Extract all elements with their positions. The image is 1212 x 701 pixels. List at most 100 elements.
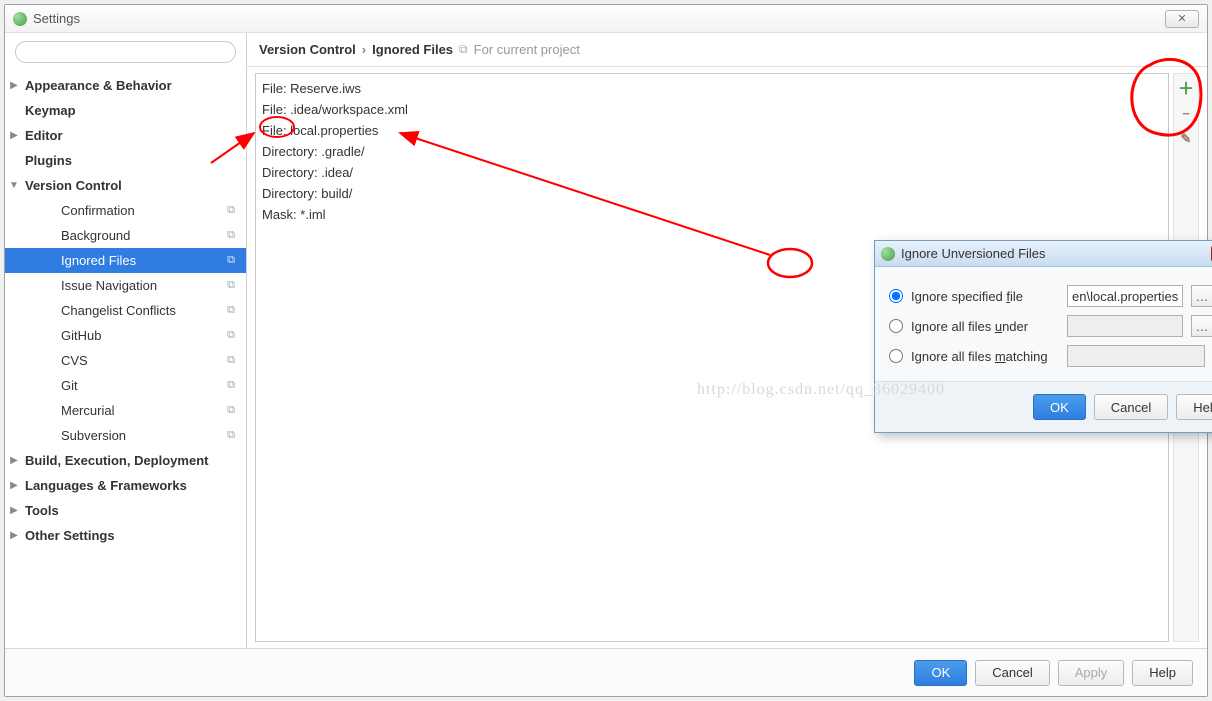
- list-item[interactable]: Directory: build/: [262, 183, 1162, 204]
- copy-icon: ⧉: [222, 204, 240, 217]
- copy-icon: ⧉: [222, 379, 240, 392]
- caret-icon: ▶: [41, 430, 59, 441]
- dialog-help-button[interactable]: Help: [1176, 394, 1212, 420]
- list-item[interactable]: File: local.properties: [262, 120, 1162, 141]
- sidebar-item-label: Confirmation: [59, 203, 222, 218]
- list-item[interactable]: File: .idea/workspace.xml: [262, 99, 1162, 120]
- sidebar-item-changelist-conflicts[interactable]: ▶Changelist Conflicts⧉: [5, 298, 246, 323]
- app-icon: [13, 12, 27, 26]
- sidebar-item-version-control[interactable]: ▼Version Control: [5, 173, 246, 198]
- label-specified-file: Ignore specified file: [911, 289, 1059, 304]
- radio-files-matching[interactable]: [889, 349, 903, 363]
- dialog-cancel-button[interactable]: Cancel: [1094, 394, 1168, 420]
- edit-button[interactable]: ✎: [1177, 130, 1195, 148]
- scope-label: For current project: [474, 42, 580, 57]
- sidebar-item-confirmation[interactable]: ▶Confirmation⧉: [5, 198, 246, 223]
- list-item[interactable]: Directory: .idea/: [262, 162, 1162, 183]
- sidebar-item-git[interactable]: ▶Git⧉: [5, 373, 246, 398]
- sidebar-item-build-execution-deployment[interactable]: ▶Build, Execution, Deployment: [5, 448, 246, 473]
- dialog-title: Ignore Unversioned Files: [901, 246, 1205, 261]
- caret-icon: ▶: [41, 405, 59, 416]
- sidebar-item-languages-frameworks[interactable]: ▶Languages & Frameworks: [5, 473, 246, 498]
- input-files-under[interactable]: [1067, 315, 1183, 337]
- sidebar-item-background[interactable]: ▶Background⧉: [5, 223, 246, 248]
- caret-icon: ▶: [41, 255, 59, 266]
- caret-icon: ▼: [5, 180, 23, 191]
- sidebar-item-label: GitHub: [59, 328, 222, 343]
- caret-icon: ▶: [5, 455, 23, 466]
- help-button[interactable]: Help: [1132, 660, 1193, 686]
- dialog-ok-button[interactable]: OK: [1033, 394, 1086, 420]
- breadcrumb-separator: ›: [362, 42, 366, 57]
- sidebar-item-appearance-behavior[interactable]: ▶Appearance & Behavior: [5, 73, 246, 98]
- ok-button[interactable]: OK: [914, 660, 967, 686]
- caret-icon: ▶: [5, 505, 23, 516]
- copy-icon: ⧉: [222, 404, 240, 417]
- sidebar-item-tools[interactable]: ▶Tools: [5, 498, 246, 523]
- sidebar-item-label: Tools: [23, 503, 240, 518]
- sidebar-item-label: Editor: [23, 128, 240, 143]
- list-item[interactable]: File: Reserve.iws: [262, 78, 1162, 99]
- sidebar-item-label: Appearance & Behavior: [23, 78, 240, 93]
- cancel-button[interactable]: Cancel: [975, 660, 1049, 686]
- dialog-titlebar: Ignore Unversioned Files ✕: [875, 241, 1212, 267]
- sidebar-item-label: Keymap: [23, 103, 240, 118]
- dialog-app-icon: [881, 247, 895, 261]
- sidebar-item-label: Mercurial: [59, 403, 222, 418]
- sidebar-item-label: Git: [59, 378, 222, 393]
- browse-file-button[interactable]: …: [1191, 285, 1212, 307]
- remove-button[interactable]: −: [1177, 104, 1195, 122]
- sidebar-item-keymap[interactable]: ▶Keymap: [5, 98, 246, 123]
- sidebar-item-label: Other Settings: [23, 528, 240, 543]
- breadcrumb-leaf: Ignored Files: [372, 42, 453, 57]
- settings-footer: OK Cancel Apply Help: [5, 648, 1207, 696]
- input-specified-file[interactable]: [1067, 285, 1183, 307]
- sidebar-item-label: Build, Execution, Deployment: [23, 453, 240, 468]
- sidebar-item-ignored-files[interactable]: ▶Ignored Files⧉: [5, 248, 246, 273]
- radio-files-under[interactable]: [889, 319, 903, 333]
- sidebar-item-mercurial[interactable]: ▶Mercurial⧉: [5, 398, 246, 423]
- list-item[interactable]: Mask: *.iml: [262, 204, 1162, 225]
- radio-specified-file[interactable]: [889, 289, 903, 303]
- sidebar-item-github[interactable]: ▶GitHub⧉: [5, 323, 246, 348]
- window-close-button[interactable]: ✕: [1165, 10, 1199, 28]
- sidebar-item-label: Background: [59, 228, 222, 243]
- copy-icon: ⧉: [222, 429, 240, 442]
- sidebar-item-cvs[interactable]: ▶CVS⧉: [5, 348, 246, 373]
- breadcrumb: Version Control › Ignored Files ⧉ For cu…: [247, 33, 1207, 67]
- caret-icon: ▶: [41, 230, 59, 241]
- copy-icon: ⧉: [222, 254, 240, 267]
- caret-icon: ▶: [41, 380, 59, 391]
- breadcrumb-root[interactable]: Version Control: [259, 42, 356, 57]
- search-input[interactable]: [15, 41, 236, 63]
- ignore-unversioned-dialog: Ignore Unversioned Files ✕ Ignore specif…: [874, 240, 1212, 433]
- caret-icon: ▶: [41, 205, 59, 216]
- list-item[interactable]: Directory: .gradle/: [262, 141, 1162, 162]
- sidebar-item-issue-navigation[interactable]: ▶Issue Navigation⧉: [5, 273, 246, 298]
- caret-icon: ▶: [41, 280, 59, 291]
- copy-icon: ⧉: [222, 354, 240, 367]
- sidebar-item-other-settings[interactable]: ▶Other Settings: [5, 523, 246, 548]
- sidebar-item-label: Version Control: [23, 178, 240, 193]
- caret-icon: ▶: [41, 355, 59, 366]
- copy-icon: ⧉: [222, 279, 240, 292]
- input-files-matching[interactable]: [1067, 345, 1205, 367]
- caret-icon: ▶: [5, 80, 23, 91]
- sidebar-item-label: CVS: [59, 353, 222, 368]
- settings-sidebar: ⌕ ▶Appearance & Behavior▶Keymap▶Editor▶P…: [5, 33, 247, 648]
- caret-icon: ▶: [41, 305, 59, 316]
- copy-icon: ⧉: [222, 304, 240, 317]
- caret-icon: ▶: [5, 530, 23, 541]
- sidebar-item-label: Plugins: [23, 153, 240, 168]
- caret-icon: ▶: [5, 105, 23, 116]
- apply-button[interactable]: Apply: [1058, 660, 1125, 686]
- scope-icon: ⧉: [459, 42, 468, 57]
- window-title: Settings: [33, 11, 80, 26]
- sidebar-item-subversion[interactable]: ▶Subversion⧉: [5, 423, 246, 448]
- sidebar-item-editor[interactable]: ▶Editor: [5, 123, 246, 148]
- sidebar-item-plugins[interactable]: ▶Plugins: [5, 148, 246, 173]
- add-button[interactable]: ＋: [1177, 78, 1195, 96]
- copy-icon: ⧉: [222, 229, 240, 242]
- label-files-matching: Ignore all files matching: [911, 349, 1059, 364]
- browse-dir-button[interactable]: …: [1191, 315, 1212, 337]
